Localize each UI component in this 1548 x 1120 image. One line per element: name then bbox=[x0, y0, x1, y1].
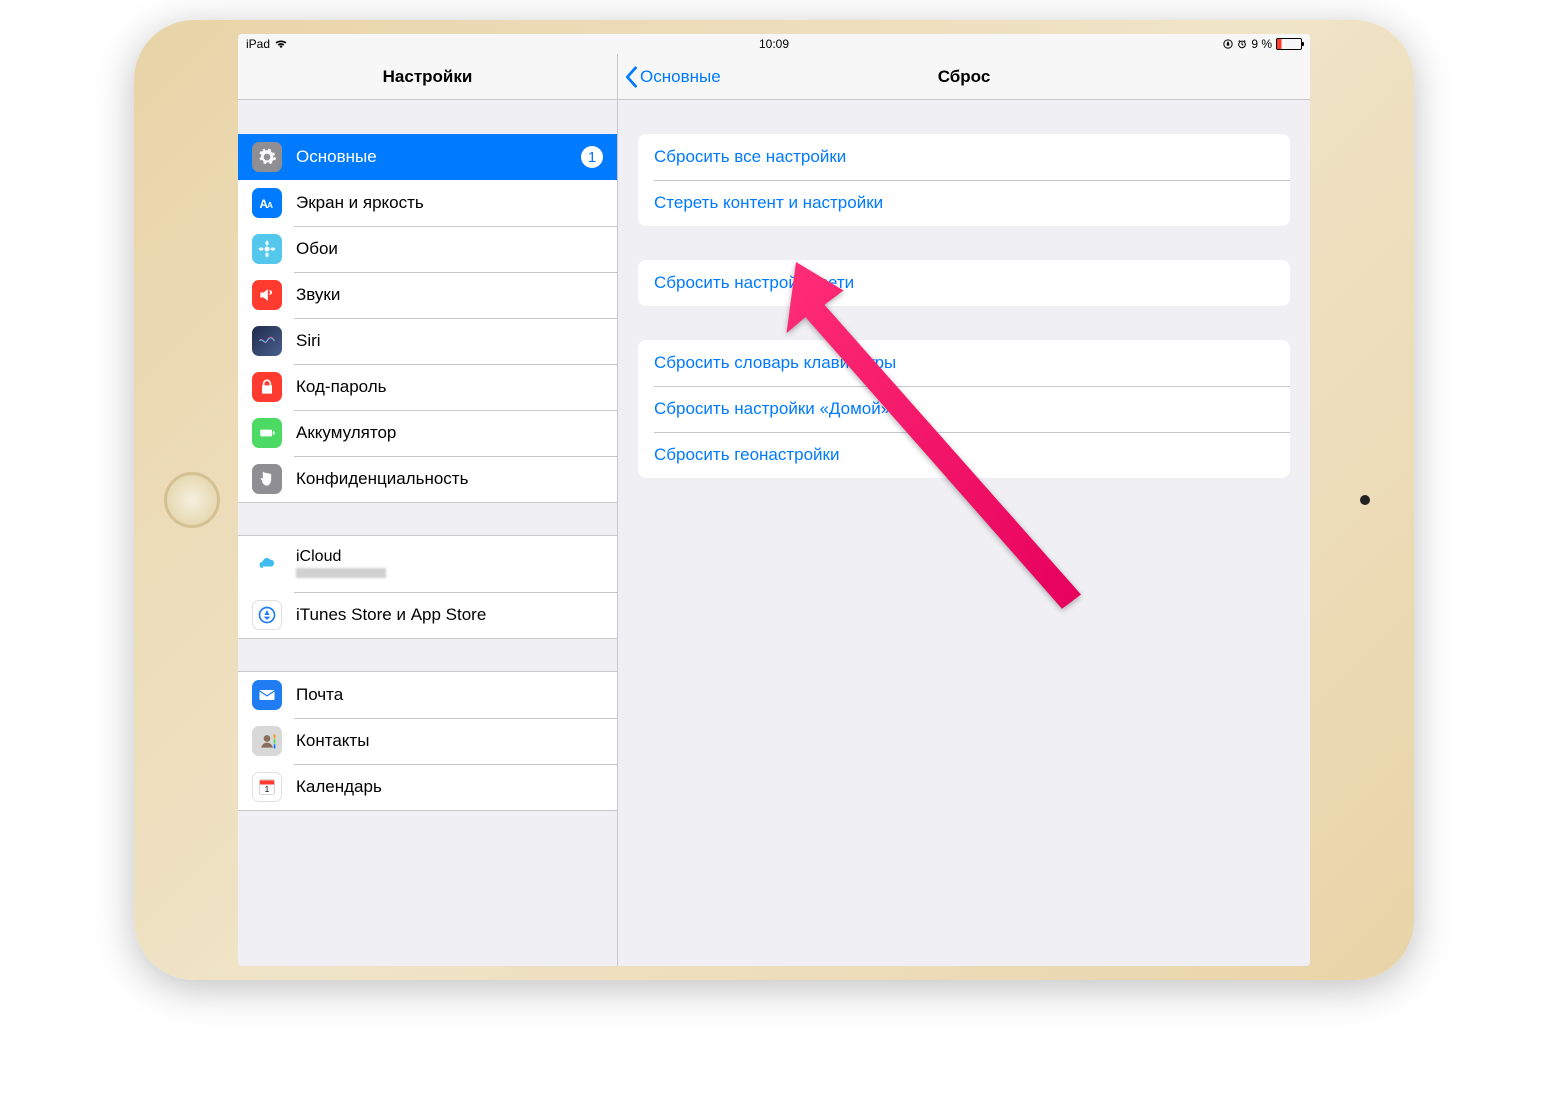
back-button[interactable]: Основные bbox=[618, 66, 721, 88]
flower-icon bbox=[252, 234, 282, 264]
sidebar-item-battery[interactable]: Аккумулятор bbox=[238, 410, 617, 456]
settings-sidebar: Настройки Основные 1 AA Экран и яркость bbox=[238, 54, 618, 966]
sidebar-item-appstore[interactable]: iTunes Store и App Store bbox=[238, 592, 617, 638]
appstore-icon bbox=[252, 600, 282, 630]
gear-icon bbox=[252, 142, 282, 172]
sidebar-item-label: Конфиденциальность bbox=[296, 469, 603, 489]
sidebar-item-label: Аккумулятор bbox=[296, 423, 603, 443]
ipad-frame: iPad 10:09 9 % Настройки Основные bbox=[134, 20, 1414, 980]
sidebar-item-icloud[interactable]: iCloud bbox=[238, 536, 617, 592]
reset-keyboard[interactable]: Сбросить словарь клавиатуры bbox=[638, 340, 1290, 386]
sidebar-item-label: Экран и яркость bbox=[296, 193, 603, 213]
device-label: iPad bbox=[246, 37, 270, 51]
home-button[interactable] bbox=[164, 472, 220, 528]
detail-header: Основные Сброс bbox=[618, 54, 1310, 100]
sidebar-item-label: Звуки bbox=[296, 285, 603, 305]
sidebar-item-general[interactable]: Основные 1 bbox=[238, 134, 617, 180]
sidebar-item-sounds[interactable]: Звуки bbox=[238, 272, 617, 318]
sidebar-group: Основные 1 AA Экран и яркость Обои bbox=[238, 134, 617, 503]
hand-icon bbox=[252, 464, 282, 494]
speaker-icon bbox=[252, 280, 282, 310]
sidebar-title: Настройки bbox=[238, 54, 617, 100]
sidebar-item-label: Календарь bbox=[296, 777, 603, 797]
battery-icon bbox=[1276, 38, 1302, 50]
sidebar-item-label: Код-пароль bbox=[296, 377, 603, 397]
sidebar-group: iCloud iTunes Store и App Store bbox=[238, 535, 617, 639]
sidebar-item-label: Почта bbox=[296, 685, 603, 705]
sidebar-item-label: Контакты bbox=[296, 731, 603, 751]
reset-network[interactable]: Сбросить настройки сети bbox=[638, 260, 1290, 306]
detail-title: Сброс bbox=[938, 67, 991, 87]
icloud-account-redacted bbox=[296, 567, 386, 581]
status-bar: iPad 10:09 9 % bbox=[238, 34, 1310, 54]
siri-icon bbox=[252, 326, 282, 356]
sidebar-item-siri[interactable]: Siri bbox=[238, 318, 617, 364]
orientation-lock-icon bbox=[1223, 39, 1233, 49]
reset-location[interactable]: Сбросить геонастройки bbox=[638, 432, 1290, 478]
sidebar-item-mail[interactable]: Почта bbox=[238, 672, 617, 718]
back-label: Основные bbox=[640, 67, 721, 87]
svg-text:1: 1 bbox=[265, 784, 270, 794]
sidebar-item-passcode[interactable]: Код-пароль bbox=[238, 364, 617, 410]
sidebar-item-wallpaper[interactable]: Обои bbox=[238, 226, 617, 272]
calendar-icon: 1 bbox=[252, 772, 282, 802]
sidebar-item-label: Основные bbox=[296, 147, 581, 167]
cloud-icon bbox=[252, 549, 282, 579]
sidebar-item-display[interactable]: AA Экран и яркость bbox=[238, 180, 617, 226]
battery-icon bbox=[252, 418, 282, 448]
battery-percent: 9 % bbox=[1251, 37, 1272, 51]
reset-home[interactable]: Сбросить настройки «Домой» bbox=[638, 386, 1290, 432]
lock-icon bbox=[252, 372, 282, 402]
reset-group: Сбросить все настройки Стереть контент и… bbox=[638, 134, 1290, 226]
erase-content-settings[interactable]: Стереть контент и настройки bbox=[638, 180, 1290, 226]
screen: iPad 10:09 9 % Настройки Основные bbox=[238, 34, 1310, 966]
sidebar-item-label: Обои bbox=[296, 239, 603, 259]
clock: 10:09 bbox=[759, 37, 789, 51]
detail-pane: Основные Сброс Сбросить все настройки Ст… bbox=[618, 54, 1310, 966]
sidebar-item-label: iTunes Store и App Store bbox=[296, 605, 603, 625]
reset-group: Сбросить настройки сети bbox=[638, 260, 1290, 306]
sidebar-item-label: iCloud bbox=[296, 547, 386, 566]
sidebar-group: Почта Контакты 1 Календарь bbox=[238, 671, 617, 811]
contacts-icon bbox=[252, 726, 282, 756]
reset-all-settings[interactable]: Сбросить все настройки bbox=[638, 134, 1290, 180]
envelope-icon bbox=[252, 680, 282, 710]
wifi-icon bbox=[274, 39, 288, 49]
svg-text:A: A bbox=[267, 200, 273, 210]
sidebar-item-label: Siri bbox=[296, 331, 603, 351]
sidebar-item-contacts[interactable]: Контакты bbox=[238, 718, 617, 764]
chevron-left-icon bbox=[624, 66, 638, 88]
sidebar-item-privacy[interactable]: Конфиденциальность bbox=[238, 456, 617, 502]
reset-group: Сбросить словарь клавиатуры Сбросить нас… bbox=[638, 340, 1290, 478]
text-size-icon: AA bbox=[252, 188, 282, 218]
alarm-icon bbox=[1237, 39, 1247, 49]
front-camera bbox=[1360, 495, 1370, 505]
sidebar-item-calendar[interactable]: 1 Календарь bbox=[238, 764, 617, 810]
notification-badge: 1 bbox=[581, 146, 603, 168]
